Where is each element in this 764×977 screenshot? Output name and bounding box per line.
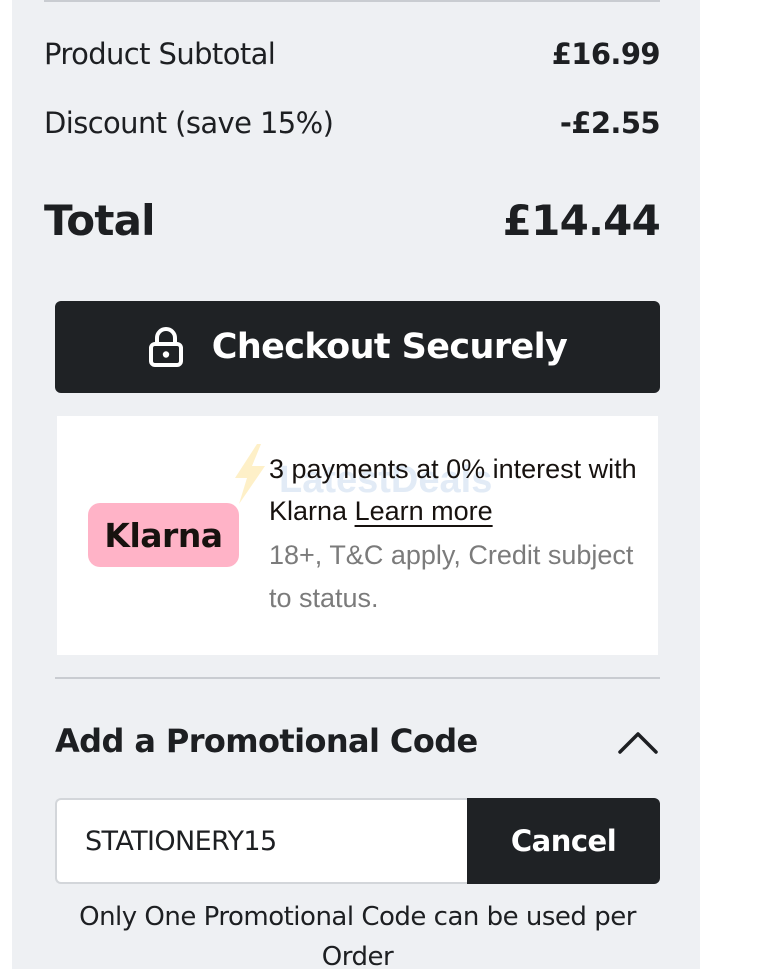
subtotal-row: Product Subtotal £16.99 xyxy=(44,37,661,71)
promo-code-input[interactable] xyxy=(55,798,469,884)
discount-value: -£2.55 xyxy=(559,106,661,140)
total-row: Total £14.44 xyxy=(44,196,661,245)
section-divider xyxy=(55,677,660,679)
discount-label: Discount (save 15%) xyxy=(44,106,334,140)
klarna-text: 3 payments at 0% interest with Klarna Le… xyxy=(269,448,649,620)
checkout-label: Checkout Securely xyxy=(211,327,568,367)
lock-icon xyxy=(148,327,184,367)
klarna-terms: 18+, T&C apply, Credit subject to status… xyxy=(269,540,634,613)
learn-more-link[interactable]: Learn more xyxy=(355,496,493,526)
total-label: Total xyxy=(44,196,156,245)
klarna-promo-card: LatestDeals Klarna 3 payments at 0% inte… xyxy=(57,416,658,655)
promo-code-toggle[interactable]: Add a Promotional Code xyxy=(55,716,660,766)
chevron-up-icon xyxy=(618,732,658,754)
discount-row: Discount (save 15%) -£2.55 xyxy=(44,106,661,140)
klarna-headline: 3 payments at 0% interest with Klarna Le… xyxy=(269,448,649,532)
promo-code-title: Add a Promotional Code xyxy=(55,722,478,760)
top-divider xyxy=(44,0,660,2)
subtotal-value: £16.99 xyxy=(551,37,661,71)
checkout-securely-button[interactable]: Checkout Securely xyxy=(55,301,660,393)
klarna-logo: Klarna xyxy=(88,503,239,567)
total-value: £14.44 xyxy=(502,196,661,245)
subtotal-label: Product Subtotal xyxy=(44,37,276,71)
promo-code-note: Only One Promotional Code can be used pe… xyxy=(79,902,636,972)
cancel-button[interactable]: Cancel xyxy=(467,798,660,884)
